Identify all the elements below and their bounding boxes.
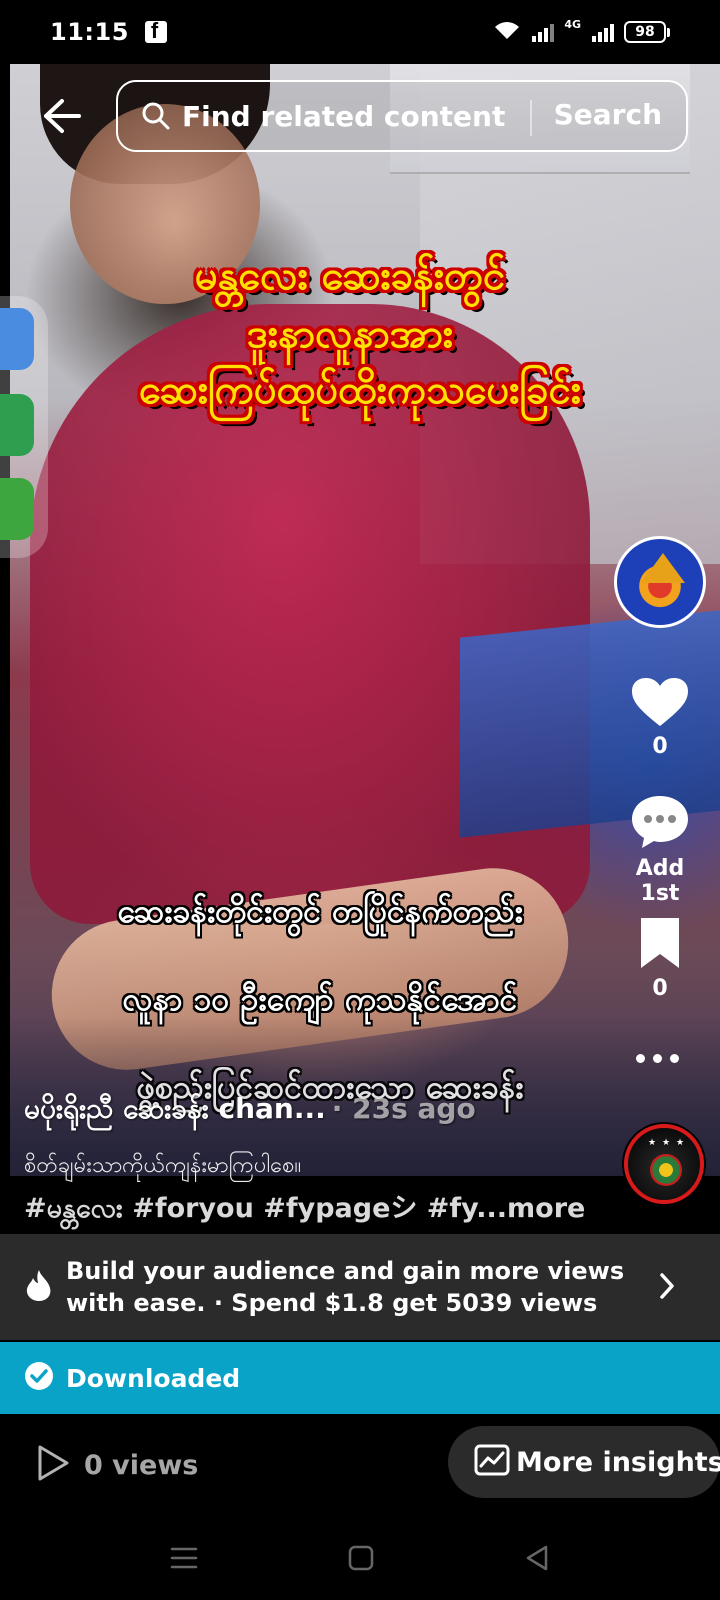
status-indicators: 4G 98: [492, 17, 670, 45]
comment-button[interactable]: Add 1st: [620, 794, 700, 906]
comment-bubble-icon: [632, 796, 688, 848]
save-button[interactable]: 0: [620, 916, 700, 1001]
views-count: 0 views: [84, 1449, 199, 1481]
chevron-right-icon[interactable]: [658, 1272, 676, 1304]
post-hashtags[interactable]: #မန္တလေး #foryou #fypageシ #fy...more: [24, 1186, 585, 1231]
play-icon: [36, 1444, 70, 1486]
recent-apps-icon[interactable]: [170, 1546, 198, 1570]
video-caption-bottom-line-2: လူနာ ၁၀ ဦးကျော် ကုသနိုင်အောင်: [122, 980, 518, 1018]
back-nav-icon[interactable]: [524, 1544, 550, 1572]
views-stat: 0 views: [36, 1444, 198, 1486]
search-input[interactable]: Find related content Search: [116, 80, 688, 152]
sound-avatar[interactable]: ★ ★ ★: [624, 1124, 704, 1204]
floating-tool-app-icon[interactable]: [0, 308, 34, 370]
video-caption-top-line-3: ဆေးကြပ်ထုပ်ထိုးကုသပေးခြင်း: [138, 367, 582, 413]
promote-text: Build your audience and gain more views …: [66, 1257, 625, 1317]
downloaded-banner: Downloaded: [0, 1342, 720, 1414]
more-options-icon[interactable]: [636, 1054, 679, 1063]
wifi-icon: [492, 19, 522, 45]
check-circle-icon: [24, 1361, 54, 1395]
network-type: 4G: [564, 17, 581, 31]
search-button[interactable]: Search: [554, 98, 662, 131]
creator-avatar[interactable]: [614, 536, 706, 628]
video-caption-bottom-line-1: ဆေးခန်းတိုင်းတွင် တပြိုင်နက်တည်း: [117, 892, 523, 930]
like-button[interactable]: 0: [620, 676, 700, 759]
battery-level: 98: [624, 21, 666, 43]
search-icon: [140, 100, 172, 132]
flame-icon: [24, 1268, 54, 1306]
avatar-logo-icon: [641, 553, 685, 583]
back-button[interactable]: [38, 92, 86, 140]
chart-icon: [474, 1444, 510, 1480]
like-count: 0: [652, 734, 668, 759]
status-bar: 11:15 4G 98: [0, 0, 720, 64]
floating-tool-more-icon[interactable]: [0, 478, 34, 540]
bookmark-icon: [641, 918, 679, 968]
more-insights-button[interactable]: More insights: [448, 1426, 720, 1498]
search-divider: [530, 100, 532, 136]
home-icon[interactable]: [348, 1545, 374, 1571]
signal-2-icon: [592, 22, 614, 42]
signal-1-icon: [532, 22, 555, 42]
floating-tool-screenshot-icon[interactable]: [0, 394, 34, 456]
post-description: စိတ်ချမ်းသာကိုယ်ကျန်းမာကြပါစေ။: [24, 1153, 302, 1178]
battery-icon: 98: [624, 21, 670, 43]
downloaded-label: Downloaded: [66, 1363, 241, 1393]
video-caption-top-line-2: ဒူးနာလူနာအား: [246, 311, 454, 357]
heart-icon: [632, 678, 688, 726]
emblem-icon: [650, 1154, 682, 1186]
system-nav-bar: [0, 1516, 720, 1600]
post-time: · 23s ago: [331, 1092, 476, 1125]
status-time: 11:15: [50, 18, 129, 46]
arrow-left-icon: [44, 99, 81, 133]
facebook-notification-icon: [144, 18, 167, 44]
post-author-line[interactable]: မပိုးရိုးညီ ဆေးခန်း chan... · 23s ago: [24, 1090, 476, 1132]
promote-banner[interactable]: Build your audience and gain more views …: [0, 1234, 720, 1340]
floating-side-toolbar[interactable]: [0, 296, 48, 558]
more-insights-label: More insights: [516, 1446, 720, 1478]
search-placeholder: Find related content: [182, 99, 506, 133]
comment-label: Add 1st: [635, 856, 685, 906]
video-caption-top-line-1: မန္တလေး ဆေးခန်းတွင်: [194, 253, 506, 299]
author-name[interactable]: မပိုးရိုးညီ ဆေးခန်း chan...: [24, 1092, 326, 1125]
save-count: 0: [652, 976, 668, 1001]
